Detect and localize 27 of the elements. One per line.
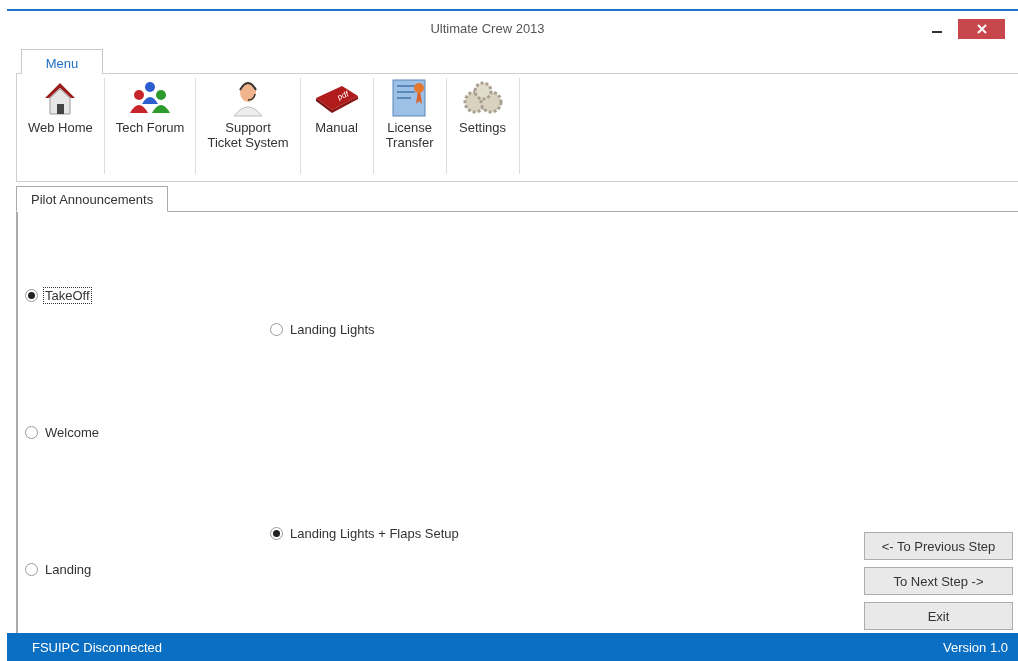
step-button[interactable]: Exit <box>864 602 1013 630</box>
ribbon-button[interactable]: Support Ticket System <box>196 78 301 174</box>
radio-label[interactable]: Landing Lights + Flaps Setup <box>288 524 461 542</box>
radio-label[interactable]: Landing <box>43 560 94 578</box>
step-button[interactable]: <- To Previous Step <box>864 532 1013 560</box>
ribbon-button[interactable]: License Transfer <box>373 78 447 174</box>
radio-button[interactable] <box>25 288 38 302</box>
radio-button[interactable] <box>25 425 38 439</box>
step-button[interactable]: To Next Step -> <box>864 567 1013 595</box>
connection-status: FSUIPC Disconnected <box>32 639 163 655</box>
close-button[interactable] <box>958 18 1005 39</box>
radio-button[interactable] <box>270 322 283 336</box>
version-label: Version 1.0 <box>942 639 1008 655</box>
close-icon <box>976 23 987 34</box>
radio-label[interactable]: Welcome <box>43 423 101 441</box>
certificate-icon <box>390 78 429 118</box>
radio-label[interactable]: TakeOff <box>43 286 92 304</box>
window-title: Ultimate Crew 2013 <box>429 21 546 36</box>
ribbon-tab[interactable]: Menu <box>21 49 103 74</box>
ribbon-button[interactable]: pdf Manual <box>300 78 374 174</box>
radio-label[interactable]: Landing Lights <box>288 320 377 338</box>
ribbon-button[interactable]: Web Home <box>17 78 105 174</box>
ribbon-button[interactable]: Settings <box>446 78 520 174</box>
ribbon-button[interactable]: Tech Forum <box>104 78 197 174</box>
radio-button[interactable] <box>25 562 38 576</box>
page-tab[interactable]: Pilot Announcements <box>16 186 169 212</box>
radio-button[interactable] <box>270 526 283 540</box>
